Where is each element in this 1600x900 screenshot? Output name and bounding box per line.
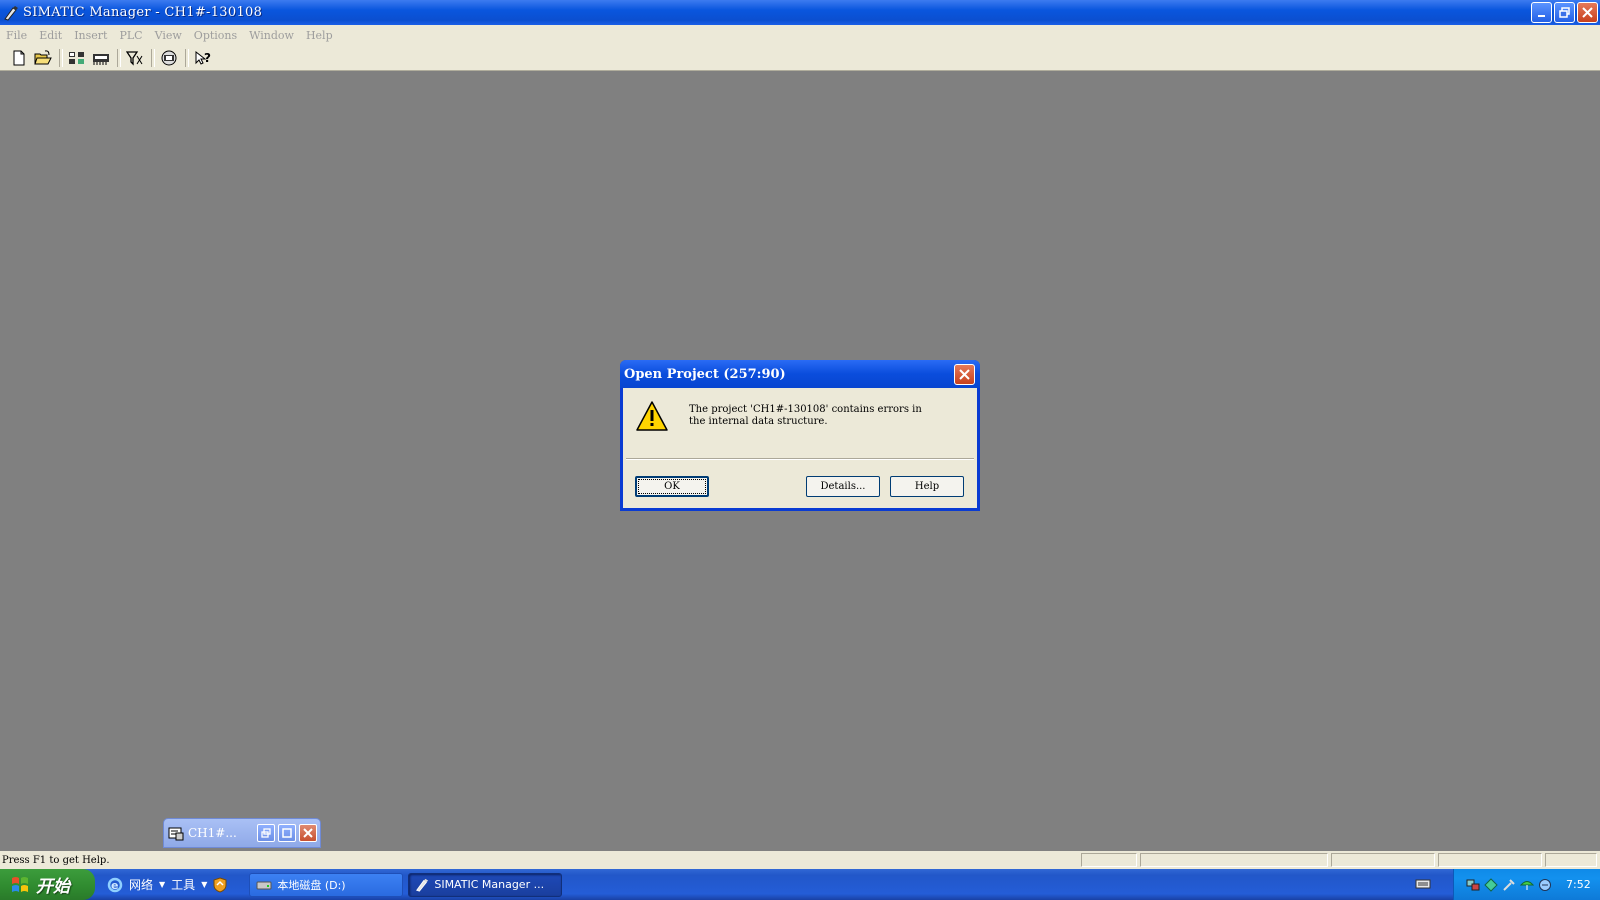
- task-local-disk[interactable]: 本地磁盘 (D:): [249, 872, 404, 897]
- maximize-icon: [282, 828, 292, 838]
- memory-card-icon: [93, 53, 109, 65]
- clock[interactable]: 7:52: [1566, 878, 1591, 891]
- start-label: 开始: [36, 877, 70, 897]
- ie-icon[interactable]: e: [107, 877, 123, 893]
- menu-bar: File Edit Insert PLC View Options Window…: [0, 25, 1600, 45]
- open-icon: [34, 49, 52, 64]
- minimized-window-title: CH1#...: [188, 826, 237, 840]
- menu-window[interactable]: Window: [243, 29, 300, 42]
- taskbar: 开始 e 网络 ▼ 工具 ▼ 本地磁盘 (D:) SIMATIC Manager…: [0, 869, 1600, 900]
- task-simatic-manager[interactable]: SIMATIC Manager ...: [408, 872, 563, 897]
- toolbar: ?: [0, 45, 1600, 71]
- drive-icon: [256, 879, 272, 891]
- minimized-close-button[interactable]: [299, 824, 317, 842]
- dialog-close-button[interactable]: [954, 364, 975, 385]
- minimized-restore-button[interactable]: [257, 824, 275, 842]
- details-button[interactable]: Details...: [806, 476, 880, 497]
- quicklaunch-tools[interactable]: 工具: [171, 876, 195, 893]
- svg-text:e: e: [111, 879, 118, 892]
- dialog-title: Open Project (257:90): [624, 366, 786, 382]
- open-button[interactable]: [32, 47, 54, 69]
- task-local-disk-label: 本地磁盘 (D:): [277, 878, 346, 892]
- simulation-icon: [161, 50, 177, 65]
- task-simatic-label: SIMATIC Manager ...: [434, 878, 545, 891]
- menu-plc[interactable]: PLC: [113, 29, 148, 42]
- close-icon: [303, 828, 313, 838]
- menu-insert[interactable]: Insert: [68, 29, 113, 42]
- minimized-project-window[interactable]: CH1#...: [163, 818, 321, 848]
- memory-card-button[interactable]: [90, 47, 112, 69]
- chevron-down-icon[interactable]: ▼: [201, 880, 207, 889]
- toolbar-separator: [185, 48, 189, 67]
- status-pane: [1140, 853, 1328, 867]
- svg-text:?: ?: [204, 51, 211, 65]
- menu-edit[interactable]: Edit: [33, 29, 68, 42]
- title-bar[interactable]: SIMATIC Manager - CH1#-130108: [0, 0, 1600, 25]
- minimize-button[interactable]: [1531, 2, 1552, 23]
- status-pane: [1081, 853, 1137, 867]
- ok-button[interactable]: OK: [635, 476, 709, 497]
- context-help-button[interactable]: ?: [192, 47, 214, 69]
- tray-diamond-icon[interactable]: [1484, 877, 1498, 892]
- dialog-separator: [626, 458, 974, 460]
- quick-launch: e 网络 ▼ 工具 ▼: [107, 876, 227, 893]
- warning-icon: [635, 400, 669, 435]
- restore-button[interactable]: [1554, 2, 1575, 23]
- window-title: SIMATIC Manager - CH1#-130108: [23, 5, 263, 20]
- minimize-icon: [1537, 14, 1545, 17]
- menu-view[interactable]: View: [149, 29, 188, 42]
- menu-help[interactable]: Help: [300, 29, 339, 42]
- tray-volume-icon[interactable]: [1538, 878, 1552, 892]
- close-icon: [959, 369, 970, 380]
- toolbar-separator: [59, 48, 63, 67]
- help-button[interactable]: Help: [890, 476, 964, 497]
- filter-icon: [126, 50, 143, 66]
- dialog-body: The project 'CH1#-130108' contains error…: [623, 388, 977, 458]
- status-text: Press F1 to get Help.: [2, 854, 110, 866]
- tray-network-icon[interactable]: [1466, 878, 1480, 892]
- open-project-dialog: Open Project (257:90) The project 'CH1#-…: [620, 360, 980, 511]
- simatic-app-icon[interactable]: [2, 4, 20, 22]
- toolbar-separator: [151, 48, 155, 67]
- filter-button[interactable]: [124, 47, 146, 69]
- status-pane: [1545, 853, 1597, 867]
- accessible-nodes-button[interactable]: [66, 47, 88, 69]
- new-icon: [13, 50, 25, 65]
- start-button[interactable]: 开始: [0, 869, 95, 900]
- accessible-nodes-icon: [69, 51, 84, 64]
- system-tray: 7:52: [1453, 869, 1600, 900]
- shield-icon[interactable]: [213, 876, 227, 893]
- status-pane: [1331, 853, 1435, 867]
- dialog-message: The project 'CH1#-130108' contains error…: [689, 404, 922, 427]
- status-bar: Press F1 to get Help.: [0, 851, 1600, 869]
- restore-icon: [1559, 7, 1570, 18]
- close-button[interactable]: [1577, 2, 1598, 23]
- status-pane: [1438, 853, 1542, 867]
- simulation-button[interactable]: [158, 47, 180, 69]
- keyboard-icon[interactable]: [1415, 878, 1431, 890]
- minimized-maximize-button[interactable]: [278, 824, 296, 842]
- new-button[interactable]: [8, 47, 30, 69]
- tray-umbrella-icon[interactable]: [1520, 878, 1534, 892]
- chevron-down-icon[interactable]: ▼: [159, 880, 165, 889]
- project-window-icon: [168, 825, 184, 841]
- toolbar-separator: [117, 48, 121, 67]
- simatic-app-icon: [415, 878, 429, 892]
- context-help-icon: ?: [195, 50, 211, 65]
- quicklaunch-network[interactable]: 网络: [129, 876, 153, 893]
- windows-logo-icon: [12, 876, 28, 892]
- menu-options[interactable]: Options: [188, 29, 243, 42]
- tray-tool-icon[interactable]: [1502, 878, 1516, 892]
- menu-file[interactable]: File: [0, 29, 33, 42]
- close-icon: [1582, 7, 1593, 18]
- dialog-title-bar[interactable]: Open Project (257:90): [620, 360, 980, 388]
- restore-icon: [261, 828, 271, 838]
